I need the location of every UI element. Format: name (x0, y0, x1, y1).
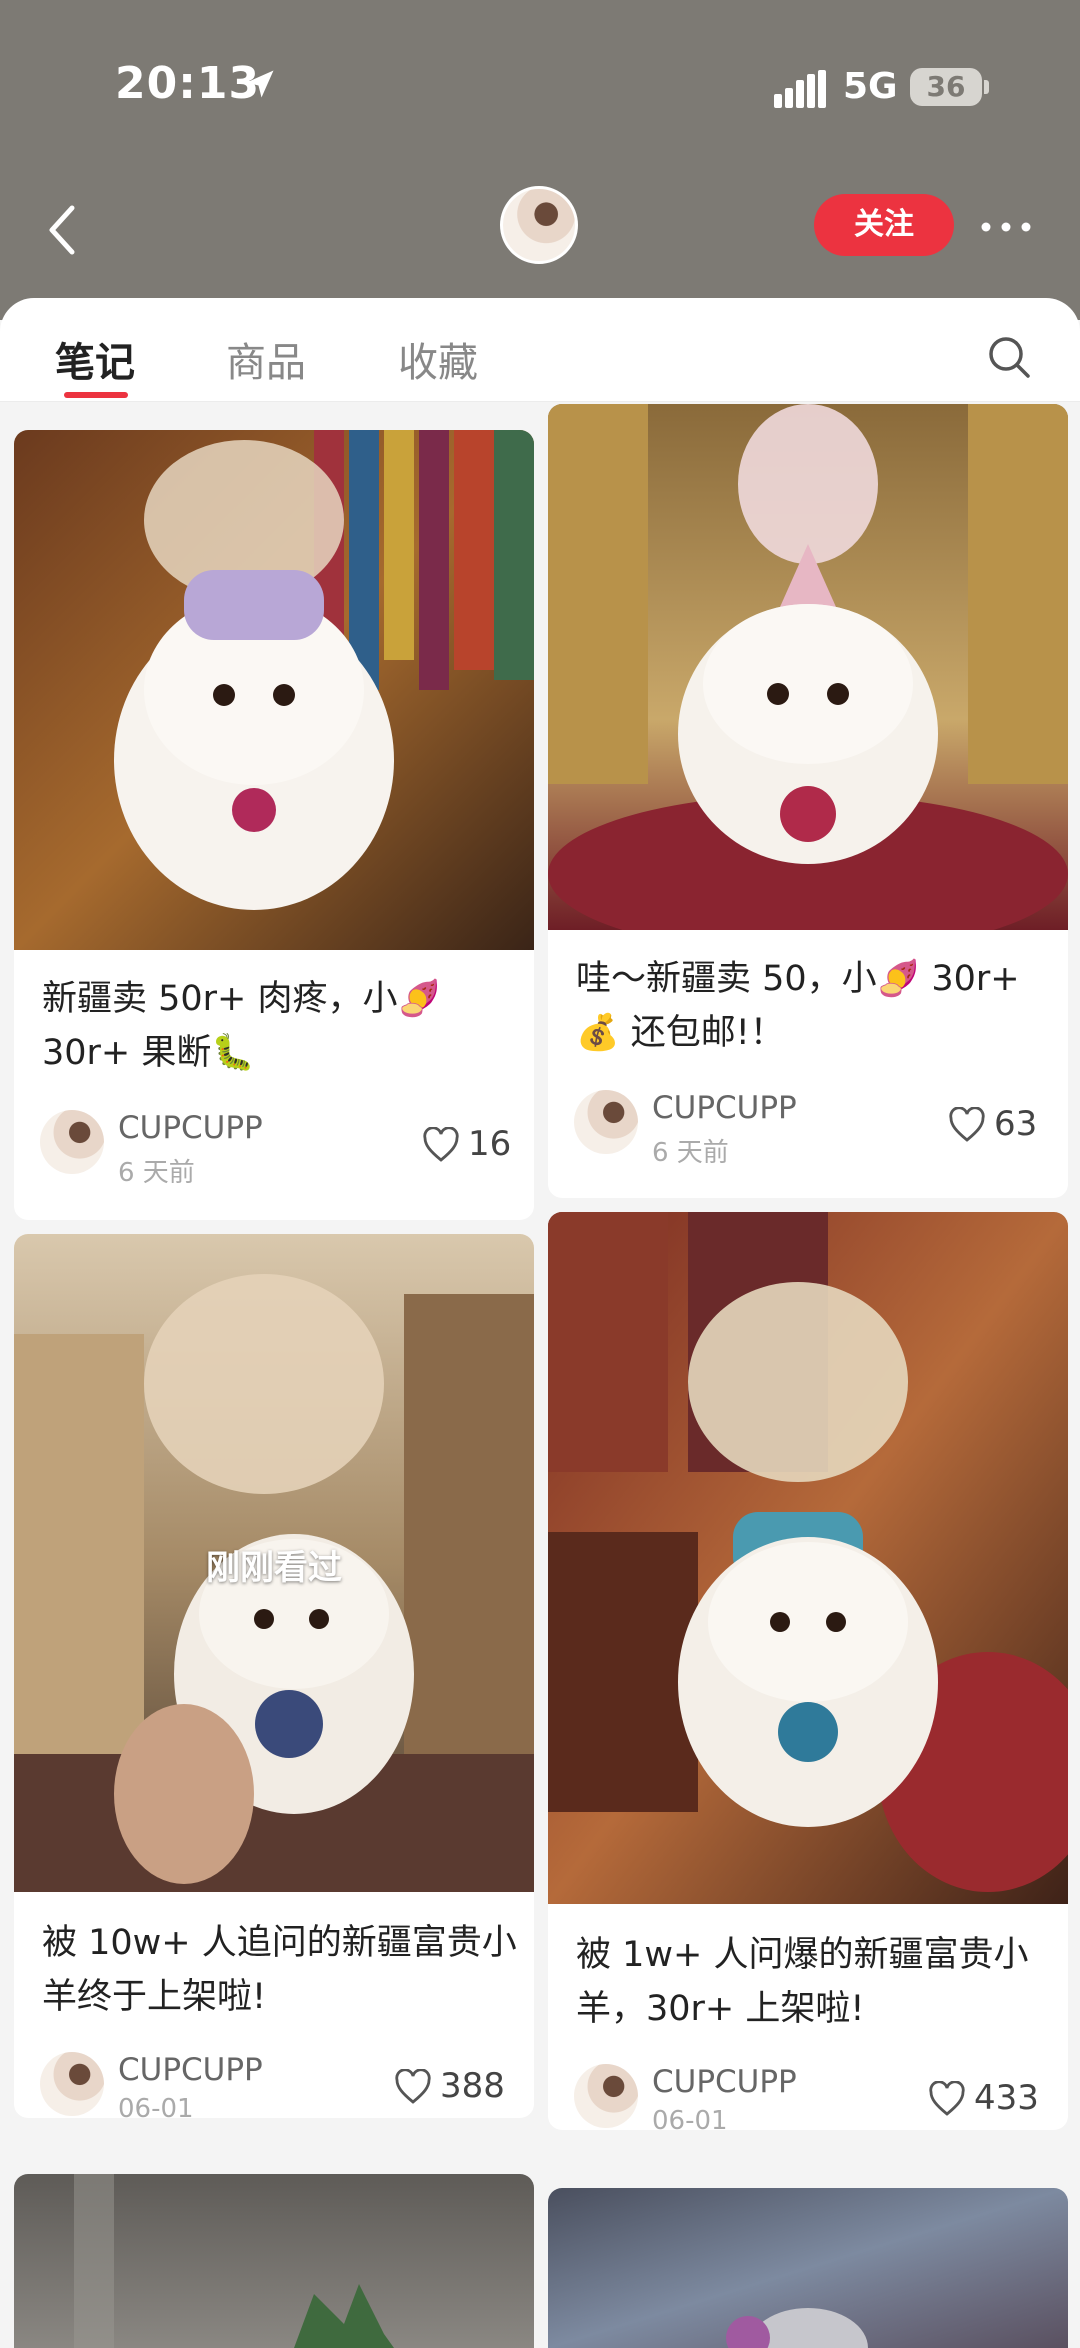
like-heart-icon[interactable] (928, 2081, 966, 2117)
author-name[interactable]: CUPCUPP (652, 2064, 797, 2100)
author-avatar[interactable] (574, 1090, 638, 1154)
post-date: 06-01 (118, 2094, 194, 2118)
post-date: 6 天前 (118, 1158, 195, 1188)
note-card[interactable]: 被 1w+ 人问爆的新疆富贵小羊，30r+ 上架啦! CUPCUPP 06-01… (548, 1212, 1068, 2130)
network-type: 5G (843, 66, 898, 107)
note-cover-image (548, 404, 1068, 930)
tab-favorites[interactable]: 收藏 (398, 330, 478, 388)
author-avatar[interactable] (40, 2052, 104, 2116)
tab-bar (0, 298, 1080, 402)
follow-button[interactable]: 关注 (814, 194, 954, 256)
author-avatar[interactable] (574, 2064, 638, 2128)
note-cover-image (14, 2174, 534, 2348)
location-arrow-icon (246, 70, 274, 98)
like-count: 433 (974, 2078, 1039, 2118)
tab-products[interactable]: 商品 (226, 330, 306, 388)
recently-viewed-badge: 刚刚看过 (206, 1548, 342, 1588)
tab-active-indicator (64, 392, 128, 398)
profile-header: 20:13 5G 36 关注 (0, 0, 1080, 320)
author-avatar[interactable] (40, 1110, 104, 1174)
note-title: 哇～新疆卖 50，小🍠 30r+ 💰 还包邮!！ (576, 959, 1020, 1053)
author-name[interactable]: CUPCUPP (652, 1090, 797, 1126)
tab-notes[interactable]: 笔记 (55, 330, 135, 388)
note-card[interactable]: 哇～新疆卖 50，小🍠 30r+ 💰 还包邮!！ CUPCUPP 6 天前 63 (548, 404, 1068, 1198)
status-time: 20:13 (115, 58, 261, 109)
post-date: 06-01 (652, 2106, 728, 2130)
note-cover-image (548, 2188, 1068, 2348)
search-icon[interactable] (986, 334, 1032, 380)
post-date: 6 天前 (652, 1138, 729, 1168)
status-bar: 20:13 5G 36 (0, 0, 1080, 176)
author-name[interactable]: CUPCUPP (118, 2052, 263, 2088)
note-card[interactable]: 新疆卖 50r+ 肉疼，小🍠 30r+ 果断🐛 CUPCUPP 6 天前 16 (14, 430, 534, 1220)
author-name[interactable]: CUPCUPP (118, 1110, 263, 1146)
cellular-signal-icon (774, 70, 826, 108)
note-card[interactable] (14, 2174, 534, 2348)
profile-avatar[interactable] (500, 186, 578, 264)
like-count: 63 (994, 1104, 1038, 1144)
like-count: 16 (468, 1124, 512, 1164)
battery-cap (984, 80, 989, 94)
like-count: 388 (440, 2066, 505, 2106)
note-cover-image (548, 1212, 1068, 1904)
battery-icon: 36 (910, 68, 982, 106)
like-heart-icon[interactable] (422, 1127, 460, 1163)
note-title: 被 1w+ 人问爆的新疆富贵小羊，30r+ 上架啦! (576, 1935, 1029, 2029)
like-heart-icon[interactable] (394, 2069, 432, 2105)
note-card[interactable]: 刚刚看过 被 10w+ 人追问的新疆富贵小羊终于上架啦! CUPCUPP 06-… (14, 1234, 534, 2118)
note-cover-image (14, 430, 534, 950)
note-title: 新疆卖 50r+ 肉疼，小🍠 30r+ 果断🐛 (42, 979, 442, 1073)
like-heart-icon[interactable] (948, 1107, 986, 1143)
back-chevron-icon[interactable] (40, 200, 84, 260)
more-options-icon[interactable] (980, 220, 1032, 234)
note-title: 被 10w+ 人追问的新疆富贵小羊终于上架啦! (42, 1923, 517, 2017)
note-card[interactable] (548, 2188, 1068, 2348)
